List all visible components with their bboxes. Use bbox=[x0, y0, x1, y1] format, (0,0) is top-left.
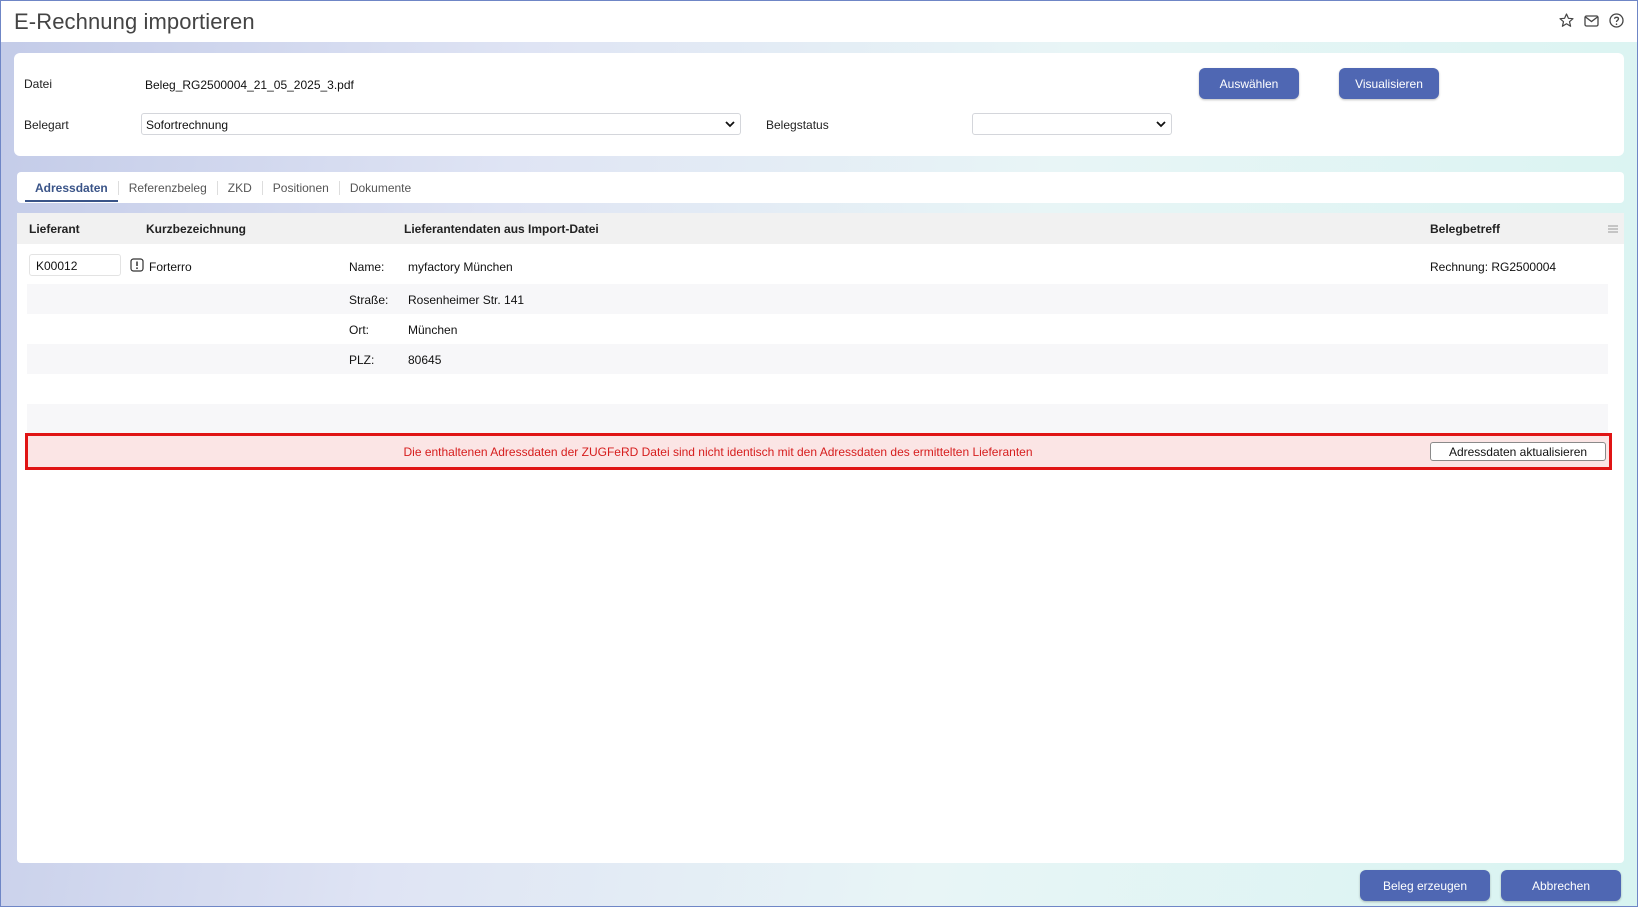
chevron-down-icon bbox=[725, 121, 735, 128]
address-mismatch-warning: Die enthaltenen Adressdaten der ZUGFeRD … bbox=[25, 433, 1612, 470]
tab-referenzbeleg[interactable]: Referenzbeleg bbox=[119, 172, 217, 203]
lieferant-input[interactable]: K00012 bbox=[29, 254, 121, 276]
auswaehlen-button[interactable]: Auswählen bbox=[1199, 68, 1299, 99]
import-name-value: myfactory München bbox=[408, 260, 513, 274]
tab-dokumente[interactable]: Dokumente bbox=[340, 172, 421, 203]
import-ort-value: München bbox=[408, 323, 458, 337]
tab-positionen[interactable]: Positionen bbox=[263, 172, 339, 203]
adressdaten-aktualisieren-button[interactable]: Adressdaten aktualisieren bbox=[1430, 442, 1606, 461]
table-row-stripe bbox=[27, 284, 1608, 314]
import-strasse-value: Rosenheimer Str. 141 bbox=[408, 293, 525, 307]
warning-text: Die enthaltenen Adressdaten der ZUGFeRD … bbox=[403, 445, 1033, 459]
header-lieferant: Lieferant bbox=[29, 222, 80, 236]
column-menu-icon[interactable] bbox=[1607, 223, 1619, 235]
chevron-down-icon bbox=[1156, 121, 1166, 128]
belegart-select[interactable]: Sofortrechnung bbox=[141, 113, 741, 135]
import-form-card: Datei Beleg_RG2500004_21_05_2025_3.pdf A… bbox=[14, 53, 1624, 156]
import-ort-label: Ort: bbox=[349, 323, 369, 337]
table-row-stripe bbox=[27, 344, 1608, 374]
tab-bar: Adressdaten Referenzbeleg ZKD Positionen… bbox=[17, 172, 1624, 203]
belegbetreff-value: Rechnung: RG2500004 bbox=[1430, 260, 1557, 274]
help-icon[interactable] bbox=[1608, 12, 1625, 29]
table-row-stripe bbox=[27, 404, 1608, 434]
belegart-select-value: Sofortrechnung bbox=[146, 118, 229, 132]
kurzbezeichnung-value: Forterro bbox=[149, 260, 192, 274]
star-icon[interactable] bbox=[1558, 12, 1575, 29]
header-import: Lieferantendaten aus Import-Datei bbox=[404, 222, 599, 236]
title-icons bbox=[1558, 12, 1625, 29]
visualisieren-button[interactable]: Visualisieren bbox=[1339, 68, 1439, 99]
info-icon[interactable] bbox=[130, 258, 144, 272]
header-kurzbezeichnung: Kurzbezeichnung bbox=[146, 222, 247, 236]
datei-value: Beleg_RG2500004_21_05_2025_3.pdf bbox=[145, 78, 354, 92]
tab-adressdaten[interactable]: Adressdaten bbox=[25, 172, 118, 203]
import-plz-label: PLZ: bbox=[349, 353, 375, 367]
import-strasse-label: Straße: bbox=[349, 293, 389, 307]
lieferant-input-value: K00012 bbox=[36, 259, 78, 273]
page-title: E-Rechnung importieren bbox=[14, 8, 255, 34]
import-plz-value: 80645 bbox=[408, 353, 442, 367]
abbrechen-button[interactable]: Abbrechen bbox=[1501, 870, 1621, 901]
tab-zkd[interactable]: ZKD bbox=[218, 172, 262, 203]
header-belegbetreff: Belegbetreff bbox=[1430, 222, 1501, 236]
belegstatus-label: Belegstatus bbox=[766, 118, 829, 132]
mail-icon[interactable] bbox=[1583, 12, 1600, 29]
beleg-erzeugen-button[interactable]: Beleg erzeugen bbox=[1360, 870, 1490, 901]
title-bar: E-Rechnung importieren bbox=[1, 1, 1637, 42]
datei-label: Datei bbox=[24, 77, 53, 91]
adressdaten-panel: Lieferant Kurzbezeichnung Lieferantendat… bbox=[17, 213, 1624, 863]
table-header: Lieferant Kurzbezeichnung Lieferantendat… bbox=[17, 213, 1624, 244]
belegart-label: Belegart bbox=[24, 118, 69, 132]
import-name-label: Name: bbox=[349, 260, 385, 274]
belegstatus-select[interactable] bbox=[972, 113, 1172, 135]
